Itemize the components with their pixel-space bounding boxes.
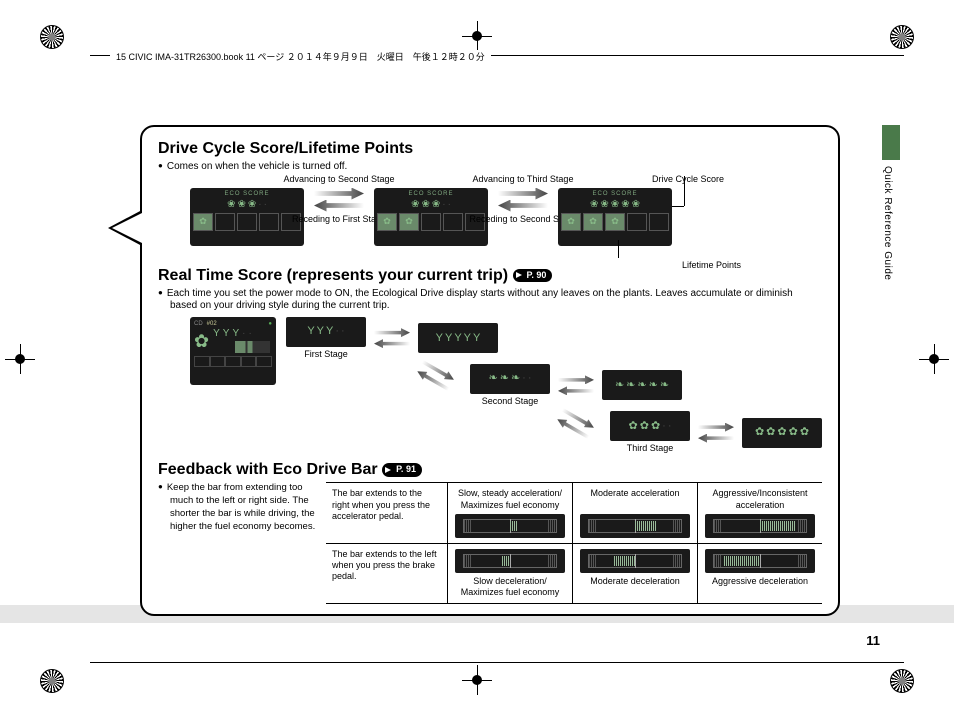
cell-label: Aggressive deceleration: [712, 576, 808, 587]
arrow-left-icon: [698, 434, 734, 443]
stage1-label: First Stage: [304, 349, 348, 360]
cell-label: Moderate deceleration: [590, 576, 680, 587]
content-panel: Drive Cycle Score/Lifetime Points Comes …: [140, 125, 840, 616]
bar-display: [455, 514, 565, 538]
bar-display: [580, 549, 690, 573]
stage3-display: ✿✿✿ ··: [610, 411, 690, 441]
row1-desc: The bar extends to the right when you pr…: [326, 483, 448, 543]
arrow-right-icon: [561, 406, 597, 432]
arrow-right-icon: [314, 188, 364, 200]
arrow-left-icon: [415, 368, 451, 394]
bar-display: [705, 549, 815, 573]
label-receding-first: Receding to First Stage: [292, 214, 386, 225]
callout-tail-icon: [108, 210, 142, 246]
side-tab-label: Quick Reference Guide: [882, 166, 893, 280]
cell-label: Aggressive/Inconsistent acceleration: [704, 488, 816, 511]
bar-display: [705, 514, 815, 538]
label-advancing-second: Advancing to Second Stage: [283, 174, 394, 185]
bar-display: [580, 514, 690, 538]
bar-display: [455, 549, 565, 573]
stage2-label: Second Stage: [482, 396, 539, 407]
crop-mark: [890, 25, 914, 49]
stage3-full-display: ✿✿✿ ✿✿: [742, 418, 822, 448]
arrow-right-icon: [558, 375, 594, 384]
stage2-full-display: ❧❧❧ ❧❧: [602, 370, 682, 400]
section3-title: Feedback with Eco Drive Bar P. 91: [158, 460, 822, 480]
cell-label: Moderate acceleration: [590, 488, 679, 499]
realtime-main-display: CD #02 ● ✿ YYY ··: [190, 317, 276, 385]
stage3-label: Third Stage: [627, 443, 674, 454]
row2-desc: The bar extends to the left when you pre…: [326, 544, 448, 604]
stage1-display: YYY ··: [286, 317, 366, 347]
arrow-left-icon: [374, 339, 410, 348]
page-ref-badge: P. 91: [382, 463, 422, 476]
crop-mark: [466, 669, 488, 691]
cell-label: Slow deceleration/ Maximizes fuel econom…: [454, 576, 566, 599]
crop-mark: [890, 669, 914, 693]
side-tab: Quick Reference Guide: [882, 125, 900, 325]
page-number: 11: [866, 633, 880, 648]
arrow-right-icon: [498, 188, 548, 200]
arrow-left-icon: [314, 200, 364, 212]
arrow-right-icon: [698, 423, 734, 432]
arrow-left-icon: [555, 415, 591, 441]
stage2-display: ❧❧❧ ··: [470, 364, 550, 394]
callout-drive-cycle-score: Drive Cycle Score: [652, 174, 724, 185]
section1-title: Drive Cycle Score/Lifetime Points: [158, 139, 822, 159]
arrow-left-icon: [558, 386, 594, 395]
label-advancing-third: Advancing to Third Stage: [473, 174, 574, 185]
arrow-right-icon: [374, 328, 410, 337]
arrow-right-icon: [421, 358, 457, 384]
crop-mark: [40, 25, 64, 49]
page-ref-badge: P. 90: [513, 269, 553, 282]
doc-header: 15 CIVIC IMA-31TR26300.book 11 ページ ２０１４年…: [110, 50, 491, 63]
crop-mark: [9, 348, 31, 370]
callout-lifetime-points: Lifetime Points: [682, 260, 741, 271]
stage1-full-display: YYY YY: [418, 323, 498, 353]
crop-mark: [466, 25, 488, 47]
arrow-left-icon: [498, 200, 548, 212]
crop-mark: [40, 669, 64, 693]
section2-bullet: Each time you set the power mode to ON, …: [158, 288, 822, 313]
eco-screen-stage1: ECO SCORE ❀❀❀ ·· ✿: [190, 188, 304, 246]
eco-drive-bar-table: The bar extends to the right when you pr…: [326, 482, 822, 604]
cell-label: Slow, steady acceleration/ Maximizes fue…: [454, 488, 566, 511]
section3-intro: Keep the bar from extending too much to …: [158, 482, 316, 533]
eco-screen-stage3: ECO SCORE ❀❀❀ ❀❀ ✿ ✿ ✿: [558, 188, 672, 246]
section1-bullet: Comes on when the vehicle is turned off.: [158, 161, 822, 174]
crop-mark: [923, 348, 945, 370]
